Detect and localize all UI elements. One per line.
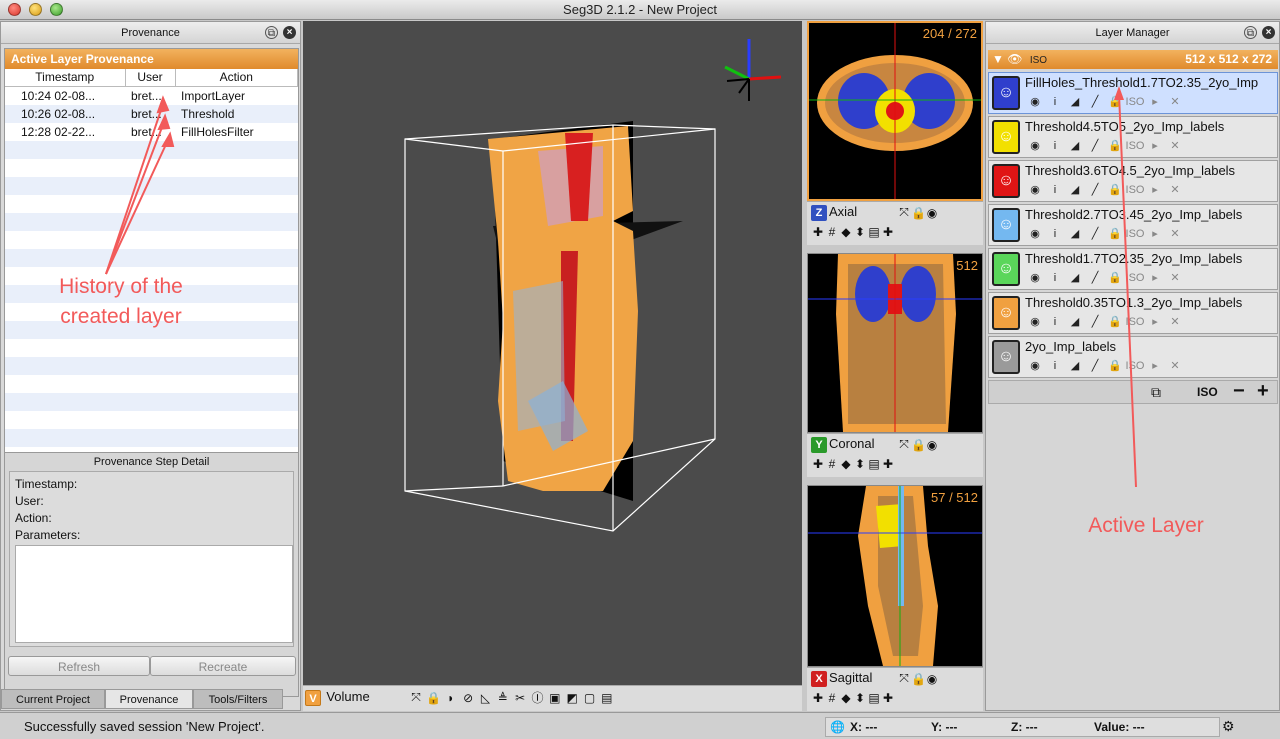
picking-icon[interactable]: ✚ (881, 691, 895, 705)
zoom-window-button[interactable] (50, 3, 63, 16)
action-label: Action: (15, 511, 52, 525)
lock-icon[interactable]: 🔒 (911, 206, 926, 220)
parameters-label: Parameters: (15, 528, 81, 542)
fit-view-icon[interactable]: ⤧ (897, 437, 911, 452)
coronal-viewer[interactable]: / 512 (807, 253, 983, 433)
close-window-button[interactable] (8, 3, 21, 16)
pick-icon[interactable]: ⊘ (461, 691, 475, 705)
coronal-view-label: Coronal (829, 436, 875, 451)
crosshair-icon[interactable]: ✚ (811, 457, 825, 471)
sagittal-view-label: Sagittal (829, 670, 873, 685)
value-readout: Value: --- (1094, 720, 1145, 734)
light-icon[interactable]: ▤ (600, 691, 614, 705)
fit-view-icon[interactable]: ⤧ (897, 205, 911, 220)
lock-icon[interactable]: 🔒 (426, 691, 441, 705)
flip-icon[interactable]: ◗ (444, 691, 458, 705)
picking-icon[interactable]: ✚ (881, 457, 895, 471)
user-label: User: (15, 494, 44, 508)
clip-icon[interactable]: ✂ (513, 691, 527, 705)
active-layer-annotation: Active Layer (1088, 514, 1204, 537)
flip-horizontal-icon[interactable]: ◆ (839, 225, 853, 239)
axial-view-letter[interactable]: Z (811, 204, 827, 221)
parameters-box[interactable] (15, 545, 293, 643)
volume-view-letter[interactable]: V (305, 689, 321, 706)
window-title: Seg3D 2.1.2 - New Project (563, 2, 717, 17)
axial-viewer[interactable]: 204 / 272 (807, 21, 983, 201)
slices-icon[interactable]: ≜ (496, 691, 510, 705)
sagittal-view-letter[interactable]: X (811, 670, 827, 687)
volume-rendering (404, 39, 782, 532)
coronal-viewer-toolbar: Y Coronal ⤧ 🔒◉ ✚ # ◆ ⬍ ▤ ✚ (807, 433, 983, 477)
flip-horizontal-icon[interactable]: ◆ (839, 457, 853, 471)
flip-horizontal-icon[interactable]: ◆ (839, 691, 853, 705)
fit-view-icon[interactable]: ⤧ (409, 690, 423, 705)
sagittal-slice-number: 57 / 512 (931, 490, 978, 505)
flip-vertical-icon[interactable]: ⬍ (853, 225, 867, 239)
x-coordinate: X: --- (850, 720, 878, 734)
grid-icon[interactable]: # (825, 225, 839, 239)
snapshot-icon[interactable]: ◉ (925, 672, 939, 686)
crosshair-icon[interactable]: ✚ (811, 225, 825, 239)
overlay-icon[interactable]: ▢ (583, 691, 597, 705)
axial-slice-number: 204 / 272 (922, 26, 977, 41)
iso-icon[interactable]: Ⓘ (530, 689, 544, 706)
flip-vertical-icon[interactable]: ⬍ (853, 457, 867, 471)
sagittal-viewer-toolbar: X Sagittal ⤧ 🔒◉ ✚ # ◆ ⬍ ▤ ✚ (807, 667, 983, 711)
fit-view-icon[interactable]: ⤧ (897, 671, 911, 686)
volume-viewer[interactable] (303, 21, 802, 685)
sagittal-viewer[interactable]: 57 / 512 (807, 485, 983, 667)
coronal-slice-number: / 512 (949, 258, 978, 273)
active-layer-annotation-arrow (1114, 86, 1137, 488)
flip-vertical-icon[interactable]: ⬍ (853, 691, 867, 705)
slice-icon[interactable]: ▤ (867, 225, 881, 239)
axial-viewer-toolbar: Z Axial ⤧ 🔒◉ ✚ # ◆ ⬍ ▤ ✚ (807, 201, 983, 245)
z-coordinate: Z: --- (1011, 720, 1038, 734)
timestamp-label: Timestamp: (15, 477, 78, 491)
layer-manager-panel: Layer Manager ⧉ × ▼ 👁 ISO 512 x 512 x 27… (985, 21, 1280, 711)
minimize-window-button[interactable] (29, 3, 42, 16)
render-icon[interactable]: ▣ (548, 691, 562, 705)
volume-view-label: Volume (326, 689, 370, 704)
axial-slice-image (809, 23, 981, 199)
tab-current-project[interactable]: Current Project (1, 689, 105, 709)
history-annotation: History of the created layer (59, 275, 183, 328)
sagittal-slice-image (808, 486, 982, 666)
slice-icon[interactable]: ▤ (867, 691, 881, 705)
coronal-view-letter[interactable]: Y (811, 436, 827, 453)
measure-icon[interactable]: ◺ (478, 691, 492, 705)
status-bar: Successfully saved session 'New Project'… (0, 712, 1280, 739)
axial-view-label: Axial (829, 204, 858, 219)
provenance-panel: Provenance ⧉ × Active Layer Provenance T… (0, 21, 301, 711)
crosshair-icon[interactable]: ✚ (811, 691, 825, 705)
snapshot-icon[interactable]: ◉ (925, 206, 939, 220)
volume-viewer-toolbar: V Volume ⤧ 🔒 ◗ ⊘ ◺ ≜ ✂ Ⓘ ▣ ◩ ▢ ▤ (303, 685, 802, 711)
transparency-icon[interactable]: ◩ (565, 691, 579, 705)
snapshot-icon[interactable]: ◉ (925, 438, 939, 452)
window-title-bar: Seg3D 2.1.2 - New Project (0, 0, 1280, 20)
grid-icon[interactable]: # (825, 457, 839, 471)
tab-provenance[interactable]: Provenance (105, 689, 193, 709)
recreate-button[interactable]: Recreate (150, 656, 296, 676)
status-message: Successfully saved session 'New Project'… (24, 719, 265, 734)
step-detail-title: Provenance Step Detail (93, 456, 210, 468)
slice-icon[interactable]: ▤ (867, 457, 881, 471)
lock-icon[interactable]: 🔒 (911, 438, 926, 452)
lock-icon[interactable]: 🔒 (911, 672, 926, 686)
picking-icon[interactable]: ✚ (881, 225, 895, 239)
y-coordinate: Y: --- (931, 720, 958, 734)
coordinate-readout: 🌐 X: --- Y: --- Z: --- Value: --- (825, 717, 1220, 737)
refresh-button[interactable]: Refresh (8, 656, 150, 676)
coronal-slice-image (808, 254, 982, 432)
globe-icon[interactable]: 🌐 (830, 720, 845, 734)
tab-tools-filters[interactable]: Tools/Filters (193, 689, 283, 709)
grid-icon[interactable]: # (825, 691, 839, 705)
settings-gear-icon[interactable]: ⚙ (1222, 718, 1235, 735)
orientation-axes-icon (724, 39, 782, 101)
